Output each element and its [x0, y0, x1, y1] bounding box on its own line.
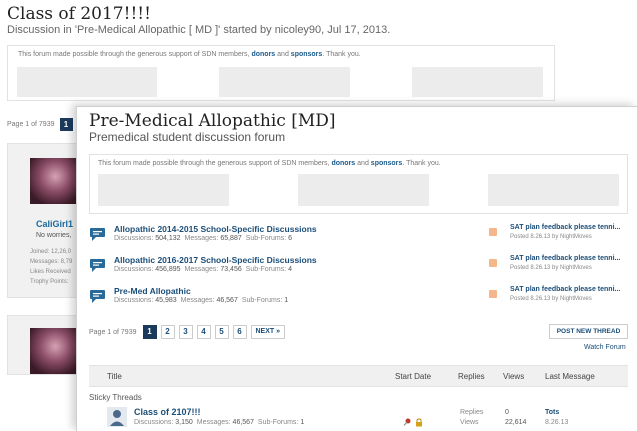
user-messages: Messages: 8,79: [30, 259, 73, 265]
page-button-6[interactable]: 6: [232, 325, 247, 339]
page-label: Page 1 of 7939: [7, 121, 55, 128]
lock-icon: [416, 418, 422, 427]
chat-bubble-icon: [90, 259, 105, 272]
page-label: Page 1 of 7939: [89, 328, 137, 336]
ad-slot[interactable]: [98, 174, 229, 206]
thread-title: Class of 2017!!!!: [7, 4, 151, 24]
page-button-1[interactable]: 1: [142, 325, 157, 339]
thread-title-link[interactable]: Class of 2107!!!: [134, 407, 201, 417]
last-post-meta: Posted 8.26.13 by NightMoves: [510, 234, 592, 240]
last-message-date: 8.26.13: [545, 419, 569, 426]
user-card: CaliGirl1 No worries, Joined: 12,26,0 Me…: [7, 143, 82, 298]
next-page-button[interactable]: NEXT »: [250, 325, 286, 339]
header-start-date[interactable]: Start Date: [395, 372, 431, 381]
last-message-user-link[interactable]: Tots: [545, 409, 559, 416]
donors-link[interactable]: donors: [251, 51, 275, 58]
header-title[interactable]: Title: [107, 372, 122, 381]
chat-bubble-icon: [90, 290, 105, 303]
donors-link[interactable]: donors: [331, 160, 355, 167]
page-button-3[interactable]: 3: [178, 325, 193, 339]
last-post-link[interactable]: SAT plan feedback please tenni...: [510, 224, 620, 231]
rss-icon[interactable]: [489, 290, 497, 298]
header-views[interactable]: Views: [503, 372, 524, 381]
ad-slot[interactable]: [488, 174, 619, 206]
avatar[interactable]: [30, 328, 76, 374]
rss-icon[interactable]: [489, 228, 497, 236]
post-new-thread-button[interactable]: POST NEW THREAD: [549, 324, 628, 339]
page-button-5[interactable]: 5: [214, 325, 229, 339]
forum-stats: Discussions: 456,895 Messages: 73,456 Su…: [114, 266, 293, 273]
forum-stats: Discussions: 45,983 Messages: 46,567 Sub…: [114, 297, 289, 304]
sponsors-link[interactable]: sponsors: [371, 160, 403, 167]
ad-slot[interactable]: [219, 67, 350, 97]
last-post-link[interactable]: SAT plan feedback please tenni...: [510, 255, 620, 262]
sponsors-link[interactable]: sponsors: [291, 51, 323, 58]
last-post-meta: Posted 8.26.13 by NightMoves: [510, 265, 592, 271]
forum-row[interactable]: Allopathic 2014-2015 School-Specific Dis…: [89, 224, 629, 250]
thread-avatar-icon: [107, 407, 127, 427]
notice-text: This forum made possible through the gen…: [98, 160, 441, 167]
forum-row[interactable]: Pre-Med Allopathic Discussions: 45,983 M…: [89, 286, 629, 312]
header-replies[interactable]: Replies: [458, 372, 485, 381]
last-post-link[interactable]: SAT plan feedback please tenni...: [510, 286, 620, 293]
ad-slot[interactable]: [17, 67, 157, 97]
page-button-2[interactable]: 2: [160, 325, 175, 339]
page-button-4[interactable]: 4: [196, 325, 211, 339]
forum-stats: Discussions: 504,132 Messages: 65,887 Su…: [114, 235, 293, 242]
forum-title: Pre-Medical Allopathic [MD]: [89, 111, 336, 131]
user-likes: Likes Received: [30, 269, 71, 275]
views-count: 22,614: [505, 419, 527, 426]
watch-forum-link[interactable]: Watch Forum: [584, 344, 626, 351]
notice-text: This forum made possible through the gen…: [18, 51, 361, 58]
section-label: Sticky Threads: [89, 393, 142, 402]
views-label: Views: [460, 419, 479, 426]
thread-table-header: Title Start Date Replies Views Last Mess…: [89, 365, 628, 387]
forum-row[interactable]: Allopathic 2016-2017 School-Specific Dis…: [89, 255, 629, 281]
replies-count: 0: [505, 409, 509, 416]
header-last-message[interactable]: Last Message: [545, 372, 595, 381]
pagination: Page 1 of 7939 1 2 3 4 5 6 NEXT »: [89, 325, 286, 339]
forum-name-link[interactable]: Allopathic 2016-2017 School-Specific Dis…: [114, 255, 317, 265]
support-notice: This forum made possible through the gen…: [7, 45, 555, 101]
chat-bubble-icon: [90, 228, 105, 241]
forum-subtitle: Premedical student discussion forum: [89, 130, 286, 144]
ad-slot[interactable]: [412, 67, 543, 97]
forum-name-link[interactable]: Pre-Med Allopathic: [114, 286, 191, 296]
support-notice: This forum made possible through the gen…: [89, 154, 628, 214]
last-post-meta: Posted 8.26.13 by NightMoves: [510, 296, 592, 302]
thread-stats: Discussions: 3,150 Messages: 46,567 Sub-…: [134, 419, 305, 426]
avatar[interactable]: [30, 158, 76, 204]
username-link[interactable]: CaliGirl1: [36, 219, 73, 229]
user-joined: Joined: 12,26,0: [30, 249, 72, 255]
thread-subtitle: Discussion in 'Pre-Medical Allopathic [ …: [7, 24, 391, 36]
pagination: Page 1 of 7939 1: [7, 118, 73, 131]
ad-slot[interactable]: [298, 174, 429, 206]
replies-label: Replies: [460, 409, 484, 416]
rss-icon[interactable]: [489, 259, 497, 267]
forum-window: Pre-Medical Allopathic [MD] Premedical s…: [76, 106, 637, 431]
user-status: No worries,: [36, 232, 72, 239]
user-trophy: Trophy Points:: [30, 279, 69, 285]
page-button-1[interactable]: 1: [59, 118, 73, 131]
pin-icon: [403, 418, 411, 426]
user-card: [7, 315, 82, 375]
forum-name-link[interactable]: Allopathic 2014-2015 School-Specific Dis…: [114, 224, 317, 234]
